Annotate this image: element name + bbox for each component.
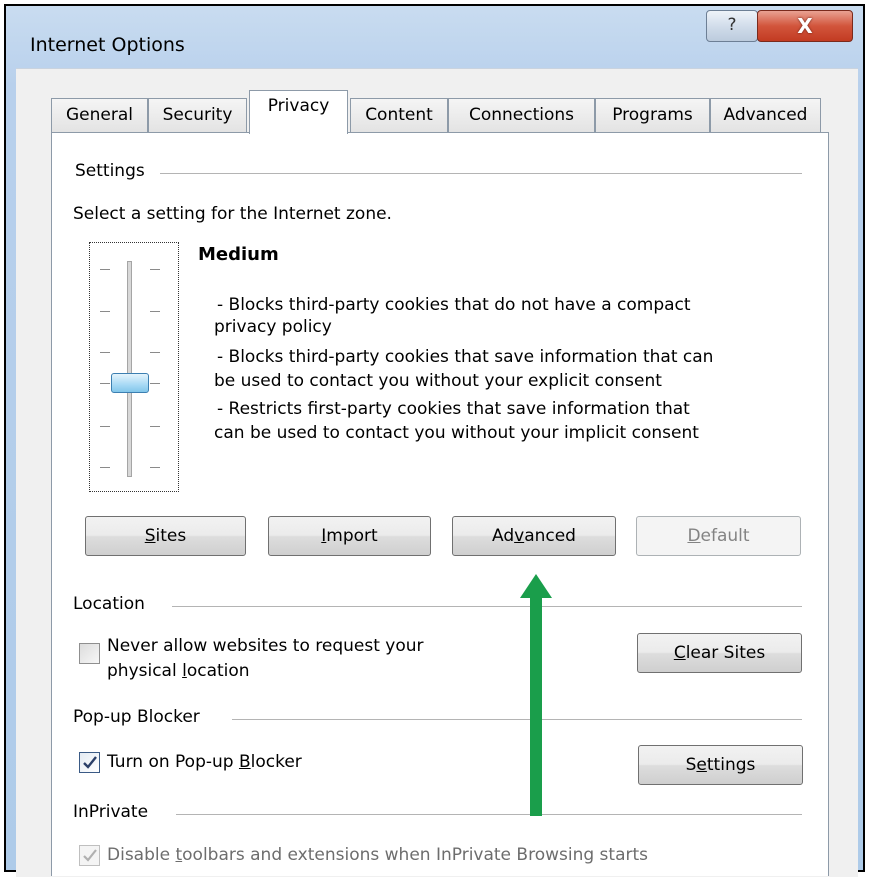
sites-button[interactable]: Sites [85, 516, 246, 556]
label-text: Turn on Pop-up [107, 752, 239, 772]
button-label: Ad [492, 526, 515, 546]
help-button[interactable]: ? [706, 10, 758, 42]
access-key: v [514, 526, 525, 546]
access-key: D [687, 526, 701, 546]
label-text: physical [107, 661, 183, 681]
settings-section-label: Settings [75, 161, 153, 181]
tab-content[interactable]: Content [350, 98, 448, 132]
privacy-description-line: privacy policy [214, 317, 332, 337]
slider-tick [100, 426, 110, 427]
close-button[interactable]: X [757, 10, 853, 42]
annotation-arrow-icon [520, 574, 552, 816]
privacy-description-line: can be used to contact you without your … [214, 423, 699, 443]
inprivate-checkbox-label: Disable toolbars and extensions when InP… [107, 844, 648, 866]
close-icon: X [797, 14, 813, 38]
button-label: S [685, 755, 697, 775]
button-label: anced [524, 526, 576, 546]
inprivate-section-label: InPrivate [73, 802, 157, 822]
privacy-description-line: be used to contact you without your expl… [214, 371, 662, 391]
slider-tick [100, 383, 110, 384]
access-key: C [673, 643, 686, 663]
advanced-button[interactable]: Advanced [452, 516, 616, 556]
location-section-label: Location [73, 594, 153, 614]
location-divider [172, 606, 802, 607]
slider-tick [100, 467, 110, 468]
privacy-description-line: - Restricts first-party cookies that sav… [217, 399, 690, 419]
slider-tick [150, 311, 160, 312]
slider-tick [150, 269, 160, 270]
label-text: oolbars and extensions when InPrivate Br… [182, 845, 649, 865]
slider-tick [150, 467, 160, 468]
privacy-description-line: - Blocks third-party cookies that do not… [217, 295, 691, 315]
tab-general[interactable]: General [51, 98, 148, 132]
privacy-description-line: - Blocks third-party cookies that save i… [217, 347, 714, 367]
clear-sites-button[interactable]: Clear Sites [637, 633, 802, 673]
slider-tick [100, 352, 110, 353]
location-checkbox-label: Never allow websites to request your [107, 636, 424, 656]
slider-tick [100, 269, 110, 270]
label-text: ocation [186, 661, 250, 681]
inprivate-divider [176, 814, 802, 815]
default-button: Default [636, 516, 801, 556]
tab-security[interactable]: Security [148, 98, 247, 132]
location-checkbox[interactable] [79, 643, 100, 664]
button-label: efault [700, 526, 750, 546]
slider-tick [100, 311, 110, 312]
slider-tick [150, 352, 160, 353]
access-key: B [238, 752, 251, 772]
tab-advanced[interactable]: Advanced [710, 98, 821, 132]
button-label: lear Sites [685, 643, 766, 663]
slider-tick [150, 383, 160, 384]
button-label: ites [155, 526, 187, 546]
access-key: S [144, 526, 156, 546]
button-label: mport [326, 526, 378, 546]
settings-divider [160, 173, 802, 174]
slider-track [127, 261, 132, 477]
import-button[interactable]: Import [268, 516, 431, 556]
inprivate-checkbox [79, 845, 100, 866]
zone-instruction: Select a setting for the Internet zone. [73, 204, 392, 224]
privacy-level-slider[interactable] [89, 242, 179, 492]
popup-blocker-label: Turn on Pop-up Blocker [107, 751, 302, 773]
location-checkbox-label: physical location [107, 660, 250, 682]
label-text: locker [250, 752, 302, 772]
button-label: ttings [706, 755, 756, 775]
help-icon: ? [727, 15, 737, 35]
tab-programs[interactable]: Programs [595, 98, 710, 132]
slider-thumb[interactable] [111, 373, 149, 393]
popup-section-label: Pop-up Blocker [73, 707, 208, 727]
tab-privacy[interactable]: Privacy [249, 90, 348, 134]
label-text: Disable [107, 845, 176, 865]
checkmark-icon [83, 756, 97, 769]
popup-blocker-checkbox[interactable] [79, 752, 100, 773]
window-title: Internet Options [30, 34, 185, 56]
tab-connections[interactable]: Connections [448, 98, 595, 132]
popup-settings-button[interactable]: Settings [638, 745, 803, 785]
privacy-level-name: Medium [198, 244, 279, 265]
slider-tick [150, 426, 160, 427]
checkmark-icon [83, 849, 97, 862]
access-key: e [696, 755, 707, 775]
